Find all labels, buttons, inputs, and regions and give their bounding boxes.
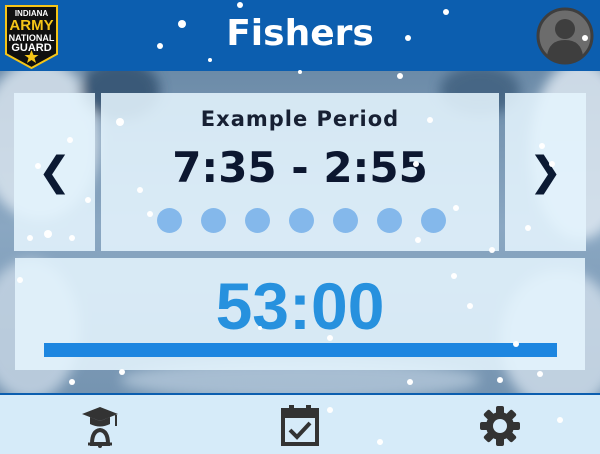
progress-bar [44, 343, 557, 357]
period-dot[interactable] [289, 208, 314, 233]
app-header: INDIANA ARMY NATIONAL GUARD Fishers [0, 0, 600, 71]
period-dot[interactable] [157, 208, 182, 233]
period-dot[interactable] [245, 208, 270, 233]
period-time-range: 7:35 - 2:55 [172, 143, 428, 192]
calendar-check-icon[interactable] [278, 404, 322, 448]
chevron-left-icon: ❮ [37, 149, 72, 195]
period-name: Example Period [200, 107, 400, 131]
period-dot[interactable] [421, 208, 446, 233]
period-dot[interactable] [333, 208, 358, 233]
progress-bar-fill [44, 343, 557, 357]
bottom-toolbar [0, 393, 600, 454]
countdown-timer: 53:00 [215, 269, 385, 343]
period-dot[interactable] [377, 208, 402, 233]
profile-avatar-icon[interactable] [536, 7, 594, 65]
gear-icon[interactable] [478, 404, 522, 448]
next-period-button[interactable]: ❯ [505, 93, 586, 251]
previous-period-button[interactable]: ❮ [14, 93, 95, 251]
chevron-right-icon: ❯ [528, 149, 563, 195]
period-dot[interactable] [201, 208, 226, 233]
app-title: Fishers [226, 13, 374, 54]
period-panel: Example Period 7:35 - 2:55 [101, 93, 499, 251]
period-indicator-dots [157, 208, 446, 233]
countdown-panel: 53:00 [15, 258, 585, 370]
graduation-bell-icon[interactable] [78, 404, 122, 448]
